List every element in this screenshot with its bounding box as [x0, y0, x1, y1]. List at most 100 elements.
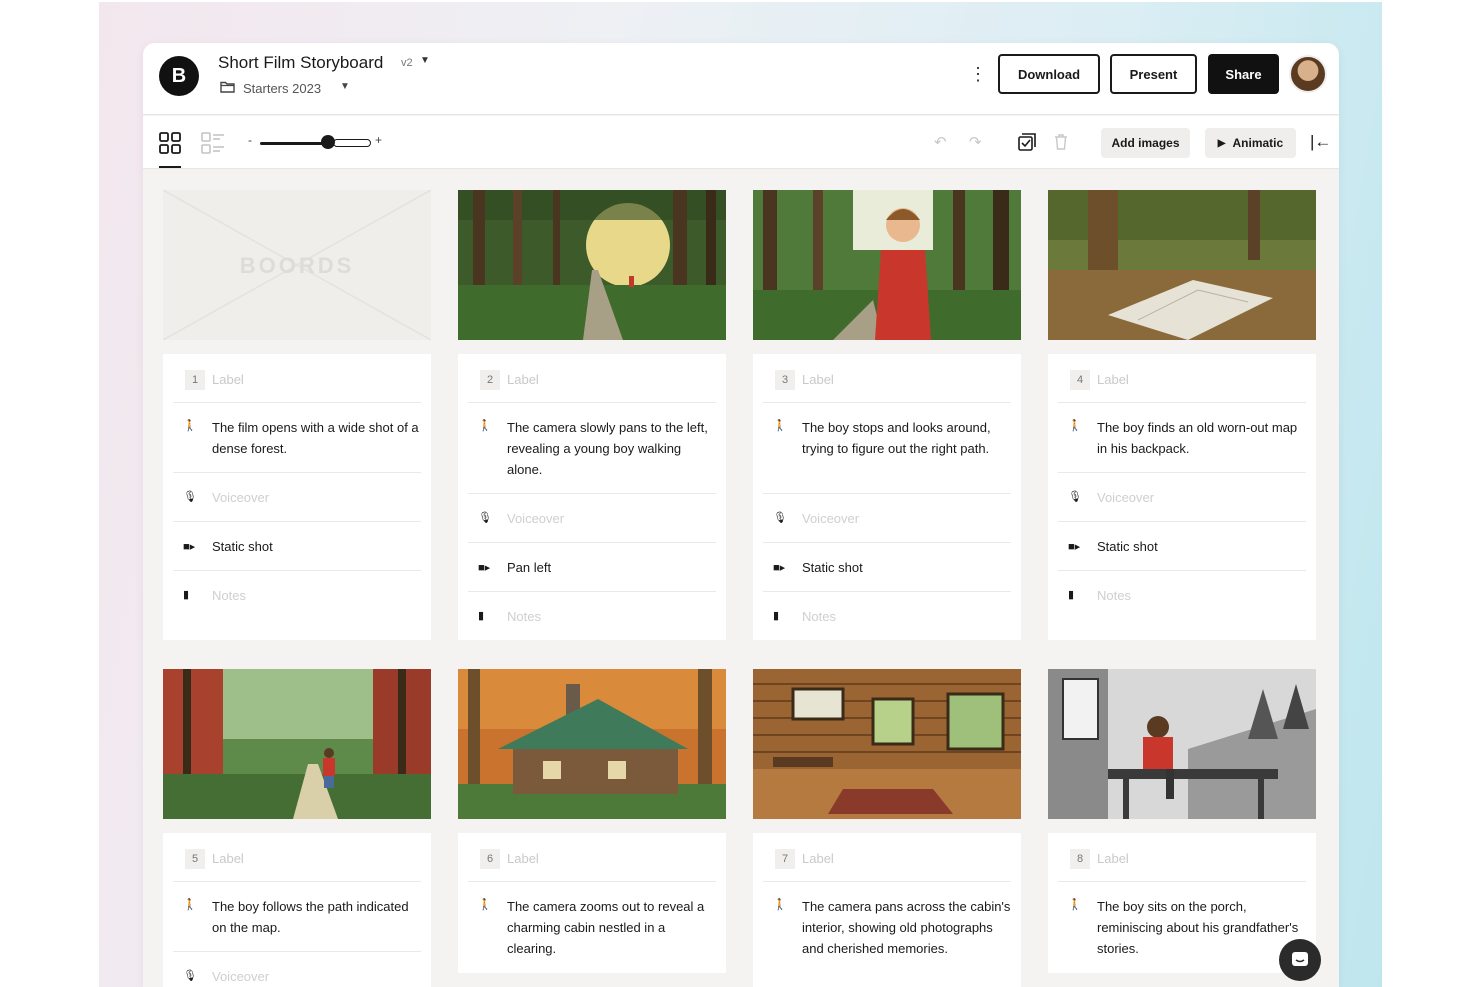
- download-button[interactable]: Download: [998, 54, 1100, 94]
- camera-row[interactable]: ■▸ Static shot: [763, 543, 1011, 592]
- label-field[interactable]: Label: [1097, 851, 1129, 866]
- camera-text[interactable]: Static shot: [1097, 536, 1306, 557]
- project-name[interactable]: Starters 2023: [243, 81, 321, 96]
- label-row[interactable]: 8 Label: [1058, 833, 1306, 882]
- frame-number: 7: [775, 849, 795, 869]
- add-images-button[interactable]: Add images: [1101, 128, 1190, 158]
- zoom-slider-handle[interactable]: [321, 135, 335, 149]
- action-text[interactable]: The camera slowly pans to the left, reve…: [507, 417, 716, 480]
- camera-text[interactable]: Static shot: [212, 536, 421, 557]
- label-field[interactable]: Label: [212, 851, 244, 866]
- camera-text[interactable]: Static shot: [802, 557, 1011, 578]
- frame-image-boy-in-forest[interactable]: [753, 190, 1021, 340]
- label-row[interactable]: 4 Label: [1058, 354, 1306, 403]
- app-logo[interactable]: B: [159, 56, 199, 96]
- action-text[interactable]: The camera pans across the cabin's inter…: [802, 896, 1011, 959]
- action-text[interactable]: The boy follows the path indicated on th…: [212, 896, 421, 938]
- frame-image-map-on-ground[interactable]: [1048, 190, 1316, 340]
- action-text[interactable]: The camera zooms out to reveal a charmin…: [507, 896, 716, 959]
- notes-field[interactable]: Notes: [802, 606, 1011, 627]
- label-field[interactable]: Label: [507, 372, 539, 387]
- version-badge[interactable]: v2: [401, 57, 413, 69]
- voiceover-row[interactable]: 🎙 Voiceover: [173, 473, 421, 522]
- voiceover-row[interactable]: 🎙 Voiceover: [763, 494, 1011, 543]
- chat-support-button[interactable]: [1279, 939, 1321, 981]
- action-row[interactable]: 🚶 The camera slowly pans to the left, re…: [468, 403, 716, 494]
- voiceover-field[interactable]: Voiceover: [212, 487, 421, 508]
- frame-image-forest-path[interactable]: [458, 190, 726, 340]
- more-options-icon[interactable]: ⋮: [969, 65, 987, 83]
- camera-row[interactable]: ■▸ Static shot: [173, 522, 421, 571]
- frame-number: 8: [1070, 849, 1090, 869]
- select-frames-icon[interactable]: [1018, 133, 1036, 151]
- camera-row[interactable]: ■▸ Pan left: [468, 543, 716, 592]
- list-view-icon[interactable]: [201, 132, 225, 154]
- label-row[interactable]: 2 Label: [468, 354, 716, 403]
- present-button[interactable]: Present: [1110, 54, 1197, 94]
- microphone-icon: 🎙: [1068, 491, 1082, 503]
- label-row[interactable]: 1 Label: [173, 354, 421, 403]
- storyboard-title[interactable]: Short Film Storyboard: [218, 53, 383, 73]
- action-text[interactable]: The film opens with a wide shot of a den…: [212, 417, 421, 459]
- chevron-down-icon[interactable]: ▼: [340, 81, 350, 92]
- voiceover-row[interactable]: 🎙 Voiceover: [1058, 473, 1306, 522]
- voiceover-field[interactable]: Voiceover: [802, 508, 1011, 529]
- action-text[interactable]: The boy sits on the porch, reminiscing a…: [1097, 896, 1306, 959]
- collapse-panel-icon[interactable]: |←: [1310, 132, 1331, 152]
- notes-field[interactable]: Notes: [507, 606, 716, 627]
- action-row[interactable]: 🚶 The boy sits on the porch, reminiscing…: [1058, 882, 1306, 973]
- grid-view-icon[interactable]: [159, 132, 181, 154]
- frame-image-boy-on-path[interactable]: [163, 669, 431, 819]
- animatic-button[interactable]: ▶ Animatic: [1205, 128, 1296, 158]
- voiceover-row[interactable]: 🎙 Voiceover: [468, 494, 716, 543]
- storyboard-window: B Short Film Storyboard v2 ▼ Starters 20…: [143, 43, 1339, 987]
- action-row[interactable]: 🚶 The boy stops and looks around, trying…: [763, 403, 1011, 494]
- chat-bubble-icon: [1292, 952, 1308, 966]
- redo-icon[interactable]: ↷: [969, 133, 982, 151]
- label-field[interactable]: Label: [802, 851, 834, 866]
- frame-image-cabin-interior[interactable]: [753, 669, 1021, 819]
- zoom-in-icon[interactable]: +: [375, 133, 382, 147]
- notes-row[interactable]: ▮ Notes: [468, 592, 716, 640]
- zoom-out-icon[interactable]: -: [248, 133, 252, 147]
- voiceover-field[interactable]: Voiceover: [212, 966, 421, 987]
- label-field[interactable]: Label: [212, 372, 244, 387]
- frame-details: 6 Label 🚶 The camera zooms out to reveal…: [458, 833, 726, 973]
- zoom-slider-rail[interactable]: [333, 139, 371, 147]
- frame-image-boy-on-porch[interactable]: [1048, 669, 1316, 819]
- notes-row[interactable]: ▮ Notes: [1058, 571, 1306, 640]
- label-field[interactable]: Label: [802, 372, 834, 387]
- share-button[interactable]: Share: [1208, 54, 1279, 94]
- action-text[interactable]: The boy stops and looks around, trying t…: [802, 417, 1011, 459]
- action-row[interactable]: 🚶 The camera pans across the cabin's int…: [763, 882, 1011, 987]
- camera-text[interactable]: Pan left: [507, 557, 716, 578]
- voiceover-field[interactable]: Voiceover: [1097, 487, 1306, 508]
- trash-icon[interactable]: [1054, 134, 1068, 150]
- user-avatar[interactable]: [1289, 55, 1327, 93]
- clipboard-icon: ▮: [773, 610, 780, 622]
- voiceover-row[interactable]: 🎙 Voiceover: [173, 952, 421, 987]
- action-row[interactable]: 🚶 The camera zooms out to reveal a charm…: [468, 882, 716, 973]
- label-field[interactable]: Label: [507, 851, 539, 866]
- notes-field[interactable]: Notes: [212, 585, 421, 606]
- label-field[interactable]: Label: [1097, 372, 1129, 387]
- frame-image-placeholder[interactable]: BOORDS: [163, 190, 431, 340]
- frame-image-cabin-exterior[interactable]: [458, 669, 726, 819]
- label-row[interactable]: 3 Label: [763, 354, 1011, 403]
- frame-number: 5: [185, 849, 205, 869]
- label-row[interactable]: 5 Label: [173, 833, 421, 882]
- chevron-down-icon[interactable]: ▼: [420, 55, 430, 66]
- video-camera-icon: ■▸: [478, 562, 491, 574]
- undo-icon[interactable]: ↶: [934, 133, 947, 151]
- action-row[interactable]: 🚶 The film opens with a wide shot of a d…: [173, 403, 421, 473]
- action-text[interactable]: The boy finds an old worn-out map in his…: [1097, 417, 1306, 459]
- action-row[interactable]: 🚶 The boy follows the path indicated on …: [173, 882, 421, 952]
- voiceover-field[interactable]: Voiceover: [507, 508, 716, 529]
- notes-row[interactable]: ▮ Notes: [173, 571, 421, 640]
- action-row[interactable]: 🚶 The boy finds an old worn-out map in h…: [1058, 403, 1306, 473]
- label-row[interactable]: 6 Label: [468, 833, 716, 882]
- camera-row[interactable]: ■▸ Static shot: [1058, 522, 1306, 571]
- notes-row[interactable]: ▮ Notes: [763, 592, 1011, 640]
- label-row[interactable]: 7 Label: [763, 833, 1011, 882]
- notes-field[interactable]: Notes: [1097, 585, 1306, 606]
